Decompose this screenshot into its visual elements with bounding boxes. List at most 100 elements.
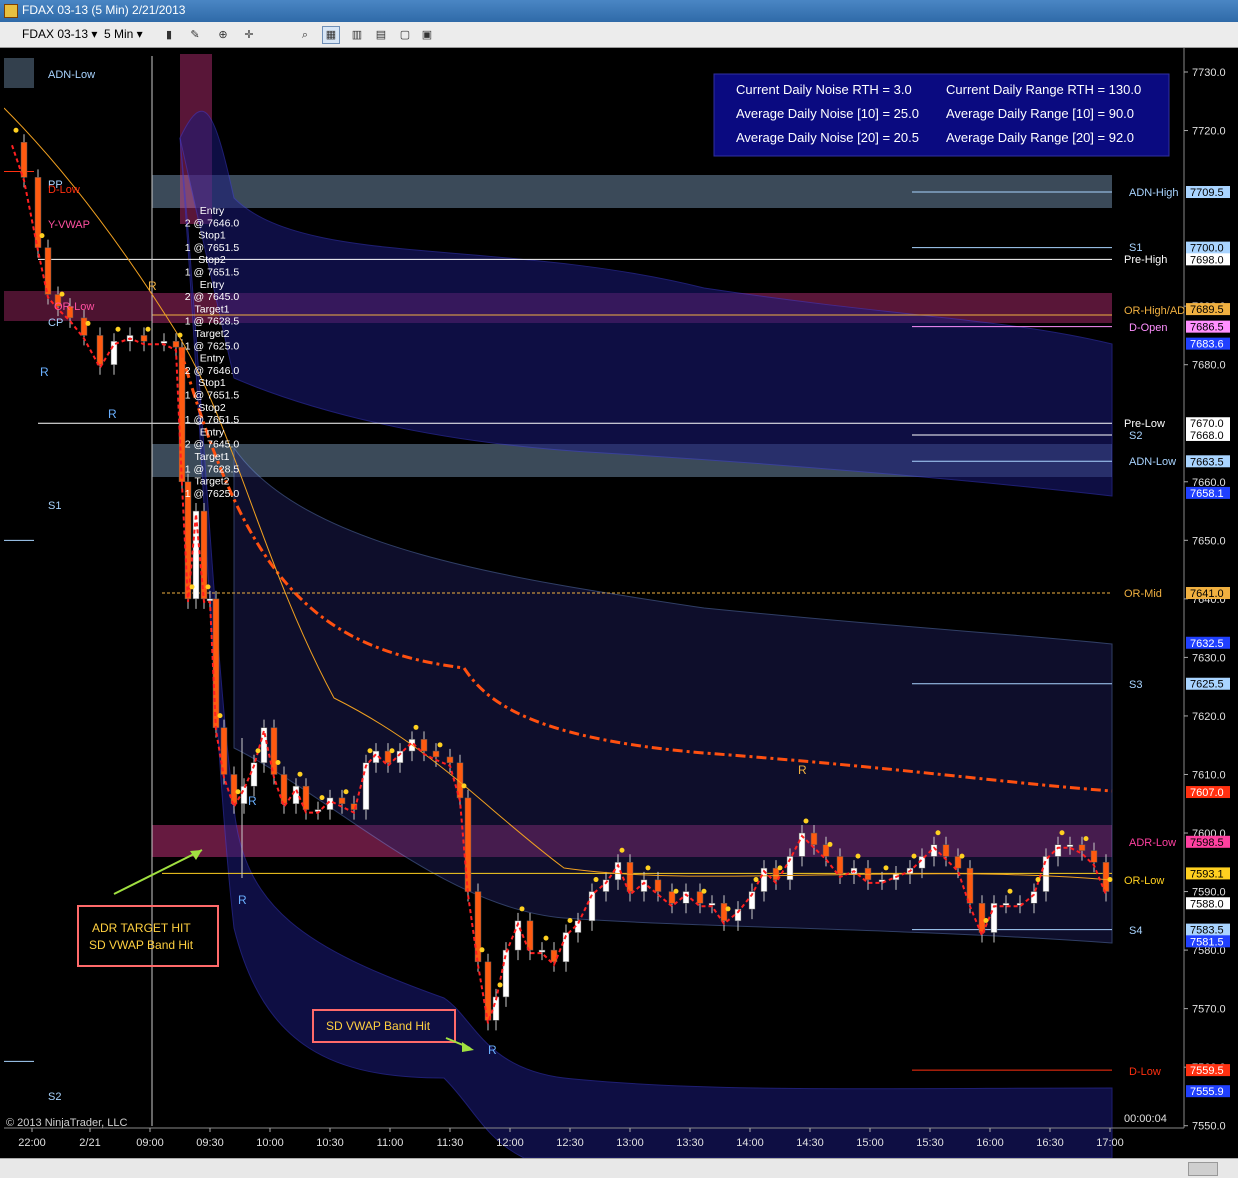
candle-body [280, 774, 288, 804]
scroll-thumb[interactable] [1188, 1162, 1218, 1176]
signal-dot [701, 888, 707, 894]
right-level-label: ADN-High [1129, 187, 1179, 199]
order-label: Stop2 [198, 402, 226, 414]
signal-dot [753, 877, 759, 883]
price-marker-label: 7700.0 [1190, 243, 1224, 255]
title-bar: FDAX 03-13 (5 Min) 2/21/2013 [0, 0, 1238, 22]
strategy-icon[interactable]: ▦ [322, 26, 340, 44]
signal-dot [1059, 830, 1065, 836]
left-level-label: ADN-Low [48, 69, 95, 81]
candle-body [230, 774, 238, 804]
left-level-label: OR-Low [54, 301, 94, 313]
chart-properties-icon[interactable]: ▤ [372, 26, 390, 44]
candle-body [1078, 844, 1086, 851]
signal-dot [343, 789, 349, 795]
zoom-icon[interactable]: ⊕ [214, 26, 232, 44]
reversal-marker: R [798, 763, 807, 777]
order-label: 1 @ 7651.5 [185, 267, 240, 279]
price-marker-label: 7581.5 [1190, 936, 1224, 948]
data-box-icon[interactable]: ▣ [418, 26, 436, 44]
signal-dot [1083, 836, 1089, 842]
time-tick-label: 22:00 [18, 1137, 46, 1149]
price-tick-label: 7610.0 [1192, 769, 1226, 781]
price-tick-label: 7590.0 [1192, 887, 1226, 899]
candle-body [1054, 844, 1062, 857]
adn-low-zone-left [4, 58, 34, 88]
price-marker-label: 7593.1 [1190, 868, 1224, 880]
signal-dot [205, 584, 211, 590]
candle-body [708, 903, 716, 906]
reversal-marker: R [238, 893, 247, 907]
price-tick-label: 7720.0 [1192, 126, 1226, 138]
order-label: Target2 [194, 476, 229, 488]
signal-dot [85, 320, 91, 326]
time-tick-label: 2/21 [79, 1137, 100, 1149]
right-level-label: OR-Mid [1124, 588, 1162, 600]
signal-dot [567, 918, 573, 924]
order-label: 1 @ 7651.5 [185, 390, 240, 402]
signal-dot [39, 233, 45, 239]
time-tick-label: 12:00 [496, 1137, 524, 1149]
candle-body [954, 856, 962, 869]
right-level-label: S1 [1129, 242, 1142, 254]
price-marker-label: 7668.0 [1190, 430, 1224, 442]
signal-dot [619, 847, 625, 853]
order-label: Target1 [194, 303, 229, 315]
candle-body [160, 341, 168, 344]
price-chart[interactable]: Entry 2 @ 7646.0 Stop1 1 @ 7651.5 Stop2 1 @ 7… [3, 48, 1238, 1159]
candle-body [942, 844, 950, 857]
order-label: 1 @ 7625.0 [185, 340, 240, 352]
candle-body [668, 891, 676, 904]
signal-dot [935, 830, 941, 836]
time-tick-label: 10:00 [256, 1137, 284, 1149]
crosshair-icon[interactable]: ✛ [240, 26, 258, 44]
price-marker-label: 7686.5 [1190, 322, 1224, 334]
signal-dot [177, 332, 183, 338]
candle-body [696, 891, 704, 904]
candle-body [212, 598, 220, 728]
adr-hit-line-2: SD VWAP Band Hit [89, 938, 194, 952]
right-level-label: ADR-Low [1129, 837, 1176, 849]
time-tick-label: 09:00 [136, 1137, 164, 1149]
template-icon[interactable]: ▢ [396, 26, 414, 44]
right-level-label: D-Open [1129, 322, 1168, 334]
signal-dot [275, 759, 281, 765]
order-label: Target1 [194, 451, 229, 463]
candle-body [1002, 903, 1010, 906]
price-marker-label: 7683.6 [1190, 339, 1224, 351]
time-tick-label: 15:00 [856, 1137, 884, 1149]
time-tick-label: 17:00 [1096, 1137, 1124, 1149]
indicator-icon[interactable]: ▥ [348, 26, 366, 44]
right-level-label: Pre-Low [1124, 418, 1165, 430]
price-tick-label: 7630.0 [1192, 652, 1226, 664]
interval-selector[interactable]: 5 Min ▾ [104, 26, 143, 42]
horizontal-scrollbar[interactable] [0, 1158, 1238, 1178]
app-icon [4, 4, 18, 18]
price-tick-label: 7730.0 [1192, 67, 1226, 79]
stats-range-10: Average Daily Range [10] = 90.0 [946, 106, 1134, 121]
order-label: 1 @ 7651.5 [185, 414, 240, 426]
order-label: Target2 [194, 328, 229, 340]
bar-type-icon[interactable]: ▮ [160, 26, 178, 44]
candle-body [292, 785, 300, 804]
time-tick-label: 13:30 [676, 1137, 704, 1149]
signal-dot [389, 748, 395, 754]
price-marker-label: 7698.0 [1190, 254, 1224, 266]
candle-body [80, 317, 88, 336]
order-label: 1 @ 7625.0 [185, 488, 240, 500]
price-tick-label: 7620.0 [1192, 711, 1226, 723]
magnifier-icon[interactable]: ⌕ [296, 26, 314, 44]
pencil-icon[interactable]: ✎ [186, 26, 204, 44]
reversal-marker: R [488, 1043, 497, 1057]
candle-body [384, 750, 392, 764]
window-title: FDAX 03-13 (5 Min) 2/21/2013 [22, 3, 186, 17]
adn-high-zone [152, 175, 1112, 208]
instrument-selector[interactable]: FDAX 03-13 ▾ [22, 26, 97, 42]
order-label: 2 @ 7645.0 [185, 439, 240, 451]
candle-body [302, 785, 310, 810]
candle-body [44, 247, 52, 295]
price-tick-label: 7650.0 [1192, 535, 1226, 547]
signal-dot [115, 326, 121, 332]
candle-body [810, 832, 818, 845]
price-marker-label: 7670.0 [1190, 418, 1224, 430]
